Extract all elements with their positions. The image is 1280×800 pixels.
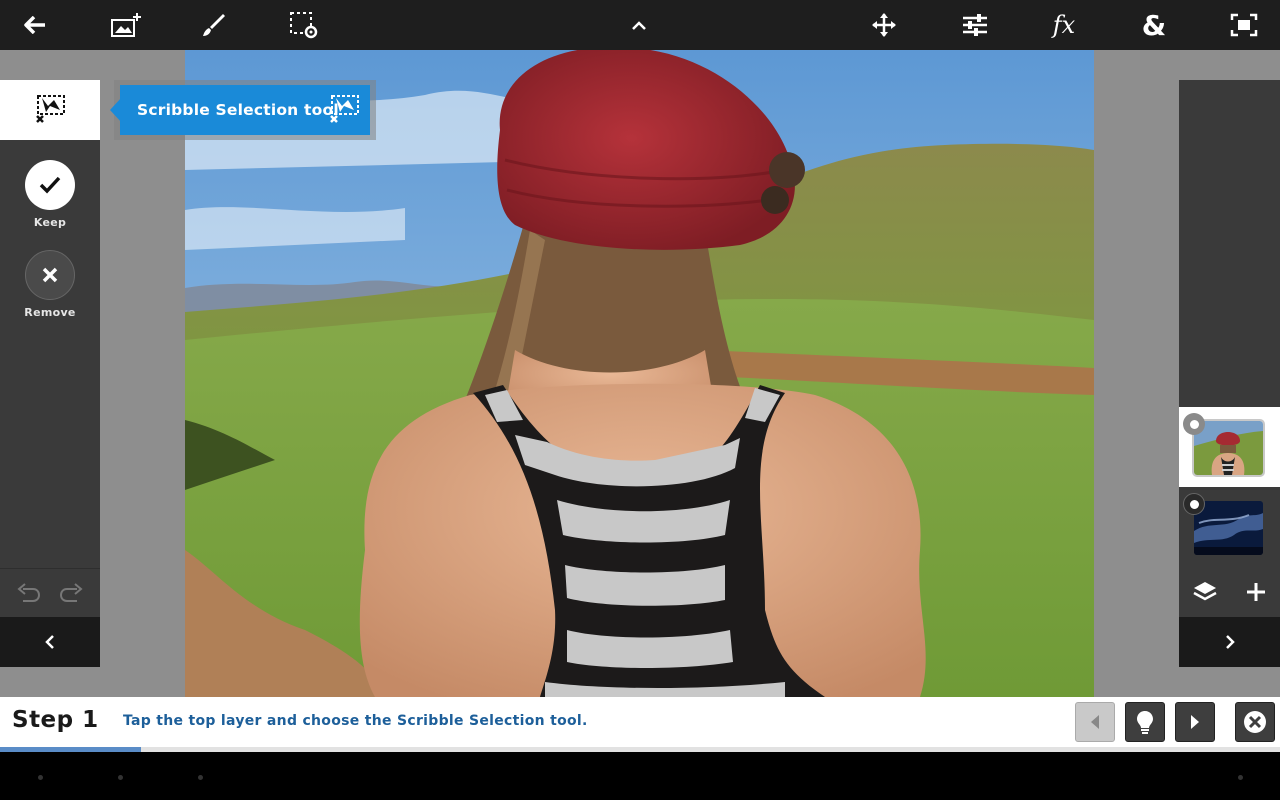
- add-layer-icon[interactable]: [1245, 581, 1267, 603]
- scribble-selection-icon: [36, 95, 65, 123]
- layer-thumbnail: [1192, 419, 1265, 477]
- hint-button[interactable]: [1125, 702, 1165, 742]
- remove-label: Remove: [24, 306, 76, 319]
- triangle-left-icon: [1091, 715, 1099, 729]
- system-menu-dot[interactable]: [1238, 775, 1243, 780]
- tooltip-arrow: [110, 97, 122, 123]
- brush-button[interactable]: [186, 0, 242, 50]
- layer-item-top[interactable]: [1179, 407, 1280, 487]
- keep-label: Keep: [33, 216, 67, 229]
- photoshop-touch-app: fx & Keep Remove Scribble Selection tool…: [0, 0, 1280, 800]
- undo-redo-row: [0, 568, 100, 616]
- add-image-button[interactable]: [99, 0, 155, 50]
- selection-gear-icon: [290, 12, 318, 39]
- left-tool-panel: Keep Remove: [0, 80, 100, 667]
- ampersand-button[interactable]: &: [1126, 0, 1182, 50]
- sliders-icon: [963, 14, 987, 36]
- collapse-toolbar-button[interactable]: [611, 0, 667, 50]
- back-button[interactable]: [7, 0, 63, 50]
- system-recents-dot[interactable]: [198, 775, 203, 780]
- redo-icon[interactable]: [59, 582, 83, 603]
- x-icon: [42, 267, 58, 283]
- night-sky-thumbnail: [1194, 501, 1263, 555]
- top-toolbar: fx &: [0, 0, 1280, 50]
- close-tutorial-button[interactable]: [1235, 702, 1275, 742]
- move-tool-button[interactable]: [856, 0, 912, 50]
- scribble-selection-icon: [330, 95, 359, 123]
- tool-tooltip: Scribble Selection tool: [110, 80, 376, 140]
- move-arrows-icon: [872, 13, 896, 37]
- system-home-dot[interactable]: [118, 775, 123, 780]
- chevron-right-icon: [1225, 635, 1235, 649]
- layers-icon[interactable]: [1192, 580, 1218, 604]
- chevron-left-icon: [45, 635, 54, 649]
- layers-panel: [1179, 80, 1280, 667]
- selection-settings-button[interactable]: [276, 0, 332, 50]
- chevron-up-icon: [632, 21, 646, 30]
- remove-button[interactable]: [25, 250, 75, 300]
- step-title: Step 1: [12, 707, 99, 733]
- previous-step-button[interactable]: [1075, 702, 1115, 742]
- photo-canvas[interactable]: [185, 50, 1094, 697]
- fit-screen-icon: [1230, 13, 1258, 37]
- system-navigation-bar: [0, 752, 1280, 800]
- checkmark-icon: [39, 176, 61, 194]
- layer-select-radio[interactable]: [1183, 413, 1205, 435]
- close-circle-icon: [1244, 711, 1266, 733]
- fx-button[interactable]: fx: [1036, 0, 1092, 50]
- triangle-right-icon: [1191, 715, 1199, 729]
- tutorial-step-bar: Step 1 Tap the top layer and choose the …: [0, 697, 1280, 747]
- scribble-selection-tool-button[interactable]: [0, 80, 100, 140]
- layer-item-bottom[interactable]: [1179, 487, 1280, 567]
- tooltip-body: Scribble Selection tool: [110, 85, 370, 135]
- layer-tools-row: [1179, 567, 1280, 617]
- brush-icon: [203, 14, 225, 36]
- fit-screen-button[interactable]: [1216, 0, 1272, 50]
- layer-select-radio[interactable]: [1183, 493, 1205, 515]
- woman-hat-photo: [185, 50, 1094, 697]
- system-back-dot[interactable]: [38, 775, 43, 780]
- undo-icon[interactable]: [17, 582, 41, 603]
- adjustments-button[interactable]: [947, 0, 1003, 50]
- add-image-icon: [111, 13, 141, 37]
- back-arrow-icon: [24, 16, 45, 34]
- collapse-left-panel-button[interactable]: [0, 617, 100, 667]
- next-step-button[interactable]: [1175, 702, 1215, 742]
- tooltip-text: Scribble Selection tool: [137, 101, 339, 119]
- collapse-right-panel-button[interactable]: [1179, 617, 1280, 667]
- keep-button[interactable]: [25, 160, 75, 210]
- layer-thumbnail: [1194, 501, 1263, 555]
- woman-hat-thumbnail: [1194, 421, 1263, 475]
- lightbulb-icon: [1137, 711, 1153, 734]
- step-instruction: Tap the top layer and choose the Scribbl…: [123, 713, 588, 729]
